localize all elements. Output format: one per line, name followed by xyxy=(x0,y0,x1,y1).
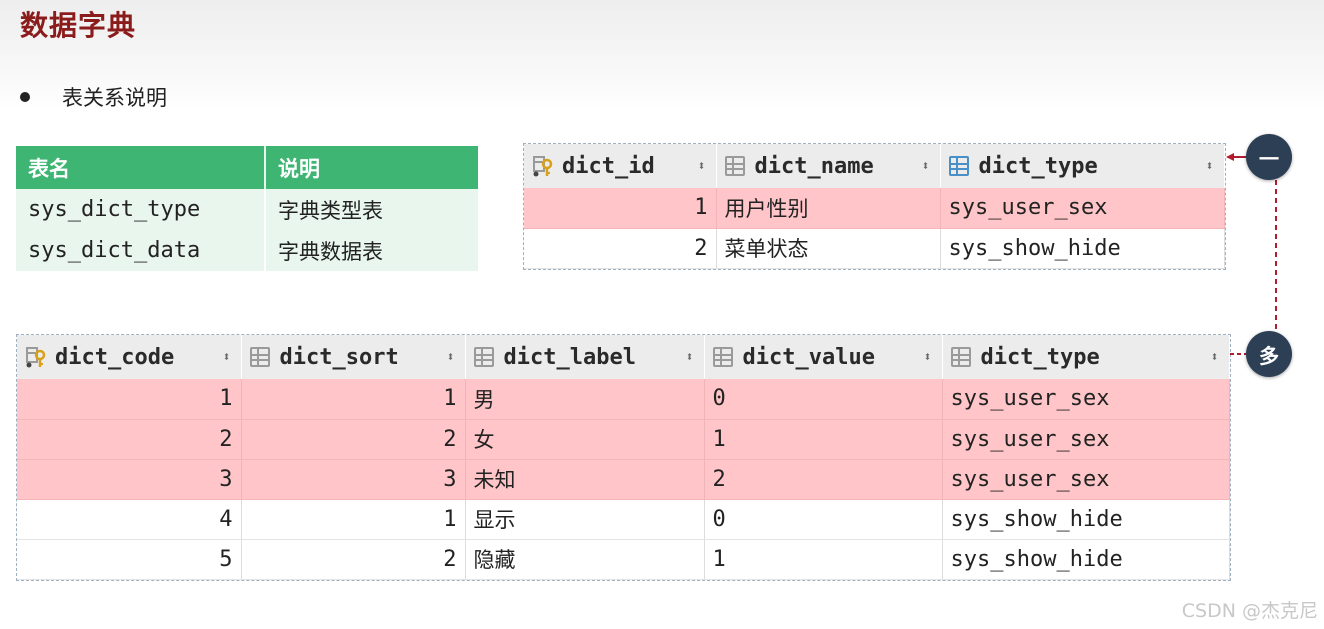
column-header-dict-code[interactable]: dict_code ⬍ xyxy=(17,335,242,379)
column-header-dict-type[interactable]: dict_type ⬍ xyxy=(942,335,1230,379)
cell-dict-type[interactable]: sys_user_sex xyxy=(940,188,1225,229)
cell-dict-label[interactable]: 显示 xyxy=(465,499,705,540)
cell-dict-value[interactable]: 0 xyxy=(704,379,943,420)
cell-dict-label[interactable]: 男 xyxy=(465,379,705,420)
key-column-icon xyxy=(26,347,46,368)
summary-row: sys_dict_data 字典数据表 xyxy=(16,230,478,271)
grid-header-row: dict_id ⬍ dict_name ⬍ dict_type ⬍ xyxy=(524,144,1225,188)
page-title: 数据字典 xyxy=(20,9,137,42)
cell-dict-value[interactable]: 0 xyxy=(704,499,943,540)
summary-cell-table-name: sys_dict_type xyxy=(16,189,266,230)
summary-header-table-name: 表名 xyxy=(16,146,266,189)
cell-dict-code[interactable]: 5 xyxy=(17,539,242,580)
cell-dict-type[interactable]: sys_user_sex xyxy=(942,379,1230,420)
cell-dict-type[interactable]: sys_user_sex xyxy=(942,459,1230,500)
column-header-dict-type[interactable]: dict_type ⬍ xyxy=(940,144,1225,188)
table-row[interactable]: 1 用户性别 sys_user_sex xyxy=(524,188,1225,229)
dict-type-grid: dict_id ⬍ dict_name ⬍ dict_type ⬍ 1 用户性别… xyxy=(523,143,1226,270)
cell-dict-sort[interactable]: 3 xyxy=(241,459,466,500)
watermark: CSDN @杰克尼 xyxy=(1181,600,1318,622)
table-row[interactable]: 2 菜单状态 sys_show_hide xyxy=(524,228,1225,269)
table-row[interactable]: 3 3 未知 2 sys_user_sex xyxy=(17,459,1230,500)
table-row[interactable]: 1 1 男 0 sys_user_sex xyxy=(17,379,1230,420)
summary-table: 表名 说明 sys_dict_type 字典类型表 sys_dict_data … xyxy=(16,146,478,271)
cell-dict-sort[interactable]: 1 xyxy=(241,499,466,540)
cell-dict-name[interactable]: 用户性别 xyxy=(716,188,941,229)
cell-dict-id[interactable]: 1 xyxy=(524,188,717,229)
bullet-dot-icon xyxy=(20,92,30,102)
cell-dict-label[interactable]: 女 xyxy=(465,419,705,460)
column-header-label: dict_value xyxy=(742,344,875,370)
sort-arrows-icon[interactable]: ⬍ xyxy=(1211,350,1219,365)
column-header-label: dict_type xyxy=(980,344,1100,370)
cell-dict-code[interactable]: 3 xyxy=(17,459,242,500)
column-header-dict-id[interactable]: dict_id ⬍ xyxy=(524,144,717,188)
grid-header-row: dict_code ⬍ dict_sort ⬍ dict_label ⬍ dic… xyxy=(17,335,1230,379)
column-icon xyxy=(724,156,745,176)
cell-dict-sort[interactable]: 1 xyxy=(241,379,466,420)
cell-dict-value[interactable]: 2 xyxy=(704,459,943,500)
table-row[interactable]: 5 2 隐藏 1 sys_show_hide xyxy=(17,539,1230,580)
cell-dict-type[interactable]: sys_show_hide xyxy=(940,228,1225,269)
cell-dict-id[interactable]: 2 xyxy=(524,228,717,269)
dict-data-grid: dict_code ⬍ dict_sort ⬍ dict_label ⬍ dic… xyxy=(16,334,1231,581)
column-header-label: dict_code xyxy=(55,344,175,370)
column-header-dict-label[interactable]: dict_label ⬍ xyxy=(465,335,705,379)
column-icon xyxy=(950,347,971,367)
summary-row: sys_dict_type 字典类型表 xyxy=(16,189,478,230)
summary-header-description: 说明 xyxy=(265,146,478,189)
column-icon xyxy=(249,347,270,367)
column-header-dict-name[interactable]: dict_name ⬍ xyxy=(716,144,941,188)
column-header-label: dict_label xyxy=(503,344,636,370)
column-icon xyxy=(948,156,969,176)
sort-arrows-icon[interactable]: ⬍ xyxy=(698,159,706,174)
cell-dict-type[interactable]: sys_user_sex xyxy=(942,419,1230,460)
column-header-label: dict_sort xyxy=(279,344,399,370)
sort-arrows-icon[interactable]: ⬍ xyxy=(686,350,694,365)
cell-dict-type[interactable]: sys_show_hide xyxy=(942,499,1230,540)
relation-arrow-icon xyxy=(1226,153,1234,161)
sort-arrows-icon[interactable]: ⬍ xyxy=(223,350,231,365)
cell-dict-label[interactable]: 隐藏 xyxy=(465,539,705,580)
sort-arrows-icon[interactable]: ⬍ xyxy=(922,159,930,174)
cell-dict-code[interactable]: 1 xyxy=(17,379,242,420)
summary-header-row: 表名 说明 xyxy=(16,146,478,189)
cell-dict-label[interactable]: 未知 xyxy=(465,459,705,500)
cell-dict-sort[interactable]: 2 xyxy=(241,419,466,460)
summary-cell-description: 字典数据表 xyxy=(265,230,478,271)
table-row[interactable]: 4 1 显示 0 sys_show_hide xyxy=(17,499,1230,540)
table-row[interactable]: 2 2 女 1 sys_user_sex xyxy=(17,419,1230,460)
column-header-dict-value[interactable]: dict_value ⬍ xyxy=(704,335,943,379)
cell-dict-code[interactable]: 2 xyxy=(17,419,242,460)
cell-dict-value[interactable]: 1 xyxy=(704,539,943,580)
relation-many-marker: 多 xyxy=(1246,331,1292,377)
column-icon xyxy=(473,347,494,367)
sort-arrows-icon[interactable]: ⬍ xyxy=(447,350,455,365)
summary-cell-description: 字典类型表 xyxy=(265,189,478,230)
bullet-item: 表关系说明 xyxy=(20,82,167,112)
key-column-icon xyxy=(533,156,553,177)
cell-dict-name[interactable]: 菜单状态 xyxy=(716,228,941,269)
cell-dict-code[interactable]: 4 xyxy=(17,499,242,540)
cell-dict-type[interactable]: sys_show_hide xyxy=(942,539,1230,580)
sort-arrows-icon[interactable]: ⬍ xyxy=(924,350,932,365)
column-header-label: dict_type xyxy=(978,153,1098,179)
cell-dict-sort[interactable]: 2 xyxy=(241,539,466,580)
bullet-text: 表关系说明 xyxy=(62,86,167,110)
sort-arrows-icon[interactable]: ⬍ xyxy=(1206,159,1214,174)
summary-cell-table-name: sys_dict_data xyxy=(16,230,266,271)
column-icon xyxy=(712,347,733,367)
column-header-label: dict_name xyxy=(754,153,874,179)
cell-dict-value[interactable]: 1 xyxy=(704,419,943,460)
column-header-dict-sort[interactable]: dict_sort ⬍ xyxy=(241,335,466,379)
relation-one-marker: 一 xyxy=(1246,134,1292,180)
column-header-label: dict_id xyxy=(562,153,655,179)
